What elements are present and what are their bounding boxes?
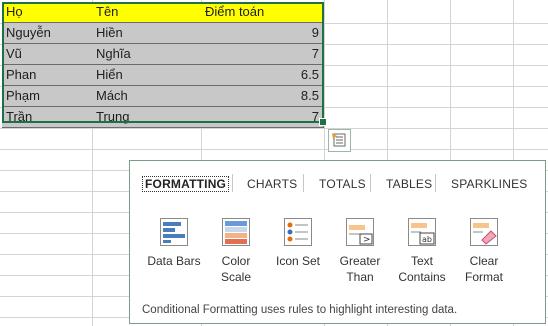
option-label: Text [410, 254, 433, 268]
table-cell[interactable]: 9 [201, 23, 324, 44]
clear-format-icon [469, 217, 499, 247]
greater-than-option[interactable]: > Greater Than [328, 217, 392, 285]
tab-charts[interactable]: CHARTS [247, 177, 297, 191]
option-label: Contains [398, 270, 446, 284]
icon-set-option[interactable]: Icon Set [266, 217, 330, 269]
option-label: Icon Set [275, 254, 321, 268]
table-cell[interactable]: Nguyễn [2, 23, 93, 44]
table-cell[interactable]: Vũ [2, 44, 93, 65]
text-contains-option[interactable]: ab Text Contains [390, 217, 454, 285]
tab-tables[interactable]: TABLES [386, 177, 432, 191]
table-cell[interactable]: Trung [92, 107, 202, 128]
color-scale-icon [221, 217, 251, 247]
option-label: Color [221, 254, 251, 268]
text-contains-icon: ab [407, 217, 437, 247]
table-cell[interactable]: 7 [201, 44, 324, 65]
quick-analysis-panel: FORMATTING CHARTS TOTALS TABLES SPARKLIN… [129, 160, 546, 324]
quick-analysis-icon [332, 133, 346, 147]
option-label: Than [346, 270, 374, 284]
svg-text:>: > [363, 235, 371, 245]
table-cell[interactable]: Trần [2, 107, 93, 128]
header-cell-ho[interactable]: Họ [2, 2, 93, 23]
header-cell-diem[interactable]: Điểm toán [201, 2, 324, 23]
option-label: Clear [469, 254, 499, 268]
quick-analysis-button[interactable] [328, 129, 351, 152]
data-bars-option[interactable]: Data Bars [142, 217, 206, 269]
tab-separator [303, 174, 304, 192]
table-cell[interactable]: 6.5 [201, 65, 324, 86]
icon-set-icon [283, 217, 313, 247]
fill-handle[interactable] [319, 118, 327, 126]
tab-sparklines[interactable]: SPARKLINES [451, 177, 527, 191]
greater-than-icon: > [345, 217, 375, 247]
panel-footer-description: Conditional Formatting uses rules to hig… [142, 304, 458, 316]
tab-formatting[interactable]: FORMATTING [142, 176, 230, 192]
option-label: Greater [339, 254, 381, 268]
option-label: Scale [220, 270, 252, 284]
tab-separator [435, 174, 436, 192]
table-cell[interactable]: Nghĩa [92, 44, 202, 65]
tab-separator [232, 174, 233, 192]
tab-separator [370, 174, 371, 192]
option-label: Data Bars [147, 254, 201, 268]
table-cell[interactable]: Phan [2, 65, 93, 86]
header-cell-ten[interactable]: Tên [92, 2, 202, 23]
table-cell[interactable]: Mách [92, 86, 202, 107]
color-scale-option[interactable]: Color Scale [204, 217, 268, 285]
option-label: Format [464, 270, 503, 284]
clear-format-option[interactable]: Clear Format [452, 217, 516, 285]
data-bars-icon [159, 217, 189, 247]
table-cell[interactable]: 7 [201, 107, 324, 128]
table-cell[interactable]: 8.5 [201, 86, 324, 107]
table-cell[interactable]: Phạm [2, 86, 93, 107]
table-cell[interactable]: Hiền [92, 23, 202, 44]
tab-totals[interactable]: TOTALS [319, 177, 366, 191]
table-cell[interactable]: Hiển [92, 65, 202, 86]
svg-text:ab: ab [422, 235, 432, 244]
